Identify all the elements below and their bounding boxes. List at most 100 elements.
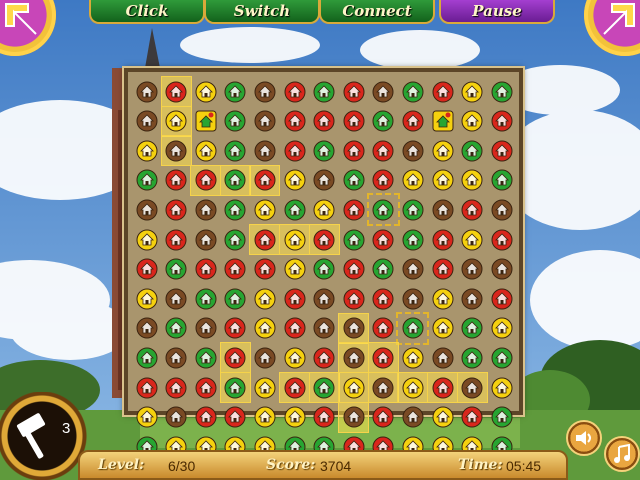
board-cell[interactable] <box>191 195 220 224</box>
board-cell[interactable] <box>280 403 309 432</box>
board-cell[interactable] <box>308 224 340 255</box>
forward-button[interactable] <box>584 0 640 56</box>
board-cell[interactable] <box>280 77 309 106</box>
board-cell[interactable] <box>250 373 279 402</box>
board-cell[interactable] <box>250 77 279 106</box>
board-cell[interactable] <box>487 77 516 106</box>
board-cell[interactable] <box>162 403 191 432</box>
board-cell[interactable] <box>398 107 427 136</box>
board-cell[interactable] <box>249 164 281 196</box>
board-cell[interactable] <box>310 107 339 136</box>
board-cell[interactable] <box>250 255 279 284</box>
board-cell[interactable] <box>427 372 458 403</box>
board-cell[interactable] <box>191 107 220 136</box>
board-cell[interactable] <box>369 225 398 254</box>
board-cell[interactable] <box>458 403 487 432</box>
board-cell[interactable] <box>458 77 487 106</box>
board-cell[interactable] <box>132 255 161 284</box>
board-cell[interactable] <box>487 255 516 284</box>
board-cell[interactable] <box>221 403 250 432</box>
board-cell[interactable] <box>162 255 191 284</box>
tab-click[interactable]: Click <box>89 0 205 24</box>
board-cell[interactable] <box>310 195 339 224</box>
board-cell[interactable] <box>160 76 192 107</box>
board-cell[interactable] <box>428 195 457 224</box>
board-cell[interactable] <box>339 284 368 313</box>
board-cell[interactable] <box>191 373 220 402</box>
board-cell[interactable] <box>250 314 279 343</box>
board-cell[interactable] <box>162 166 191 195</box>
board-cell[interactable] <box>132 77 161 106</box>
board-cell[interactable] <box>219 372 251 403</box>
board-cell[interactable] <box>250 343 279 372</box>
board-cell[interactable] <box>339 255 368 284</box>
board-cell[interactable] <box>398 403 427 432</box>
board-cell[interactable] <box>132 166 161 195</box>
board-cell[interactable] <box>458 107 487 136</box>
board-cell[interactable] <box>132 373 161 402</box>
board-cell[interactable] <box>279 372 310 403</box>
board-cell[interactable] <box>398 195 427 224</box>
board-cell[interactable] <box>310 136 339 165</box>
board-cell[interactable] <box>369 107 398 136</box>
board-cell[interactable] <box>398 284 427 313</box>
board-cell[interactable] <box>428 136 457 165</box>
board-cell[interactable] <box>191 343 220 372</box>
board-cell[interactable] <box>162 225 191 254</box>
board-cell[interactable] <box>398 136 427 165</box>
board-cell[interactable] <box>162 343 191 372</box>
board-cell[interactable] <box>428 343 457 372</box>
board-cell[interactable] <box>428 255 457 284</box>
board-cell[interactable] <box>428 403 457 432</box>
board-cell[interactable] <box>160 105 192 137</box>
board-cell[interactable] <box>339 136 368 165</box>
board-cell[interactable] <box>369 77 398 106</box>
board-cell[interactable] <box>221 314 250 343</box>
board-cell[interactable] <box>369 403 398 432</box>
board-cell[interactable] <box>191 284 220 313</box>
board-cell[interactable] <box>191 314 220 343</box>
board-cell[interactable] <box>279 224 310 255</box>
tab-connect[interactable]: Connect <box>319 0 435 24</box>
board-cell[interactable] <box>280 136 309 165</box>
board-cell[interactable] <box>396 311 430 345</box>
board-cell[interactable] <box>162 284 191 313</box>
board-cell[interactable] <box>221 107 250 136</box>
board-cell[interactable] <box>339 225 368 254</box>
board-cell[interactable] <box>458 225 487 254</box>
board-cell[interactable] <box>132 403 161 432</box>
board-cell[interactable] <box>487 343 516 372</box>
board-cell[interactable] <box>221 255 250 284</box>
board-cell[interactable] <box>339 107 368 136</box>
board-cell[interactable] <box>458 314 487 343</box>
board-cell[interactable] <box>366 193 400 227</box>
board-cell[interactable] <box>219 164 251 196</box>
board-cell[interactable] <box>310 77 339 106</box>
board-cell[interactable] <box>250 403 279 432</box>
board-cell[interactable] <box>132 136 161 165</box>
board-cell[interactable] <box>132 107 161 136</box>
board-cell[interactable] <box>221 136 250 165</box>
board-cell[interactable] <box>428 284 457 313</box>
board-cell[interactable] <box>310 314 339 343</box>
pause-button[interactable]: Pause <box>439 0 555 24</box>
board-cell[interactable] <box>456 372 488 403</box>
board-cell[interactable] <box>162 373 191 402</box>
board-cell[interactable] <box>339 166 368 195</box>
board-cell[interactable] <box>398 255 427 284</box>
board-cell[interactable] <box>487 136 516 165</box>
board-cell[interactable] <box>310 255 339 284</box>
board-cell[interactable] <box>280 255 309 284</box>
board-cell[interactable] <box>338 312 370 344</box>
board-cell[interactable] <box>428 77 457 106</box>
board-cell[interactable] <box>280 107 309 136</box>
back-button[interactable] <box>0 0 56 56</box>
board-cell[interactable] <box>310 284 339 313</box>
sound-button[interactable] <box>566 420 602 456</box>
board-cell[interactable] <box>132 225 161 254</box>
board-cell[interactable] <box>369 284 398 313</box>
board-cell[interactable] <box>458 255 487 284</box>
board-cell[interactable] <box>487 284 516 313</box>
board-cell[interactable] <box>162 195 191 224</box>
board-cell[interactable] <box>280 343 309 372</box>
